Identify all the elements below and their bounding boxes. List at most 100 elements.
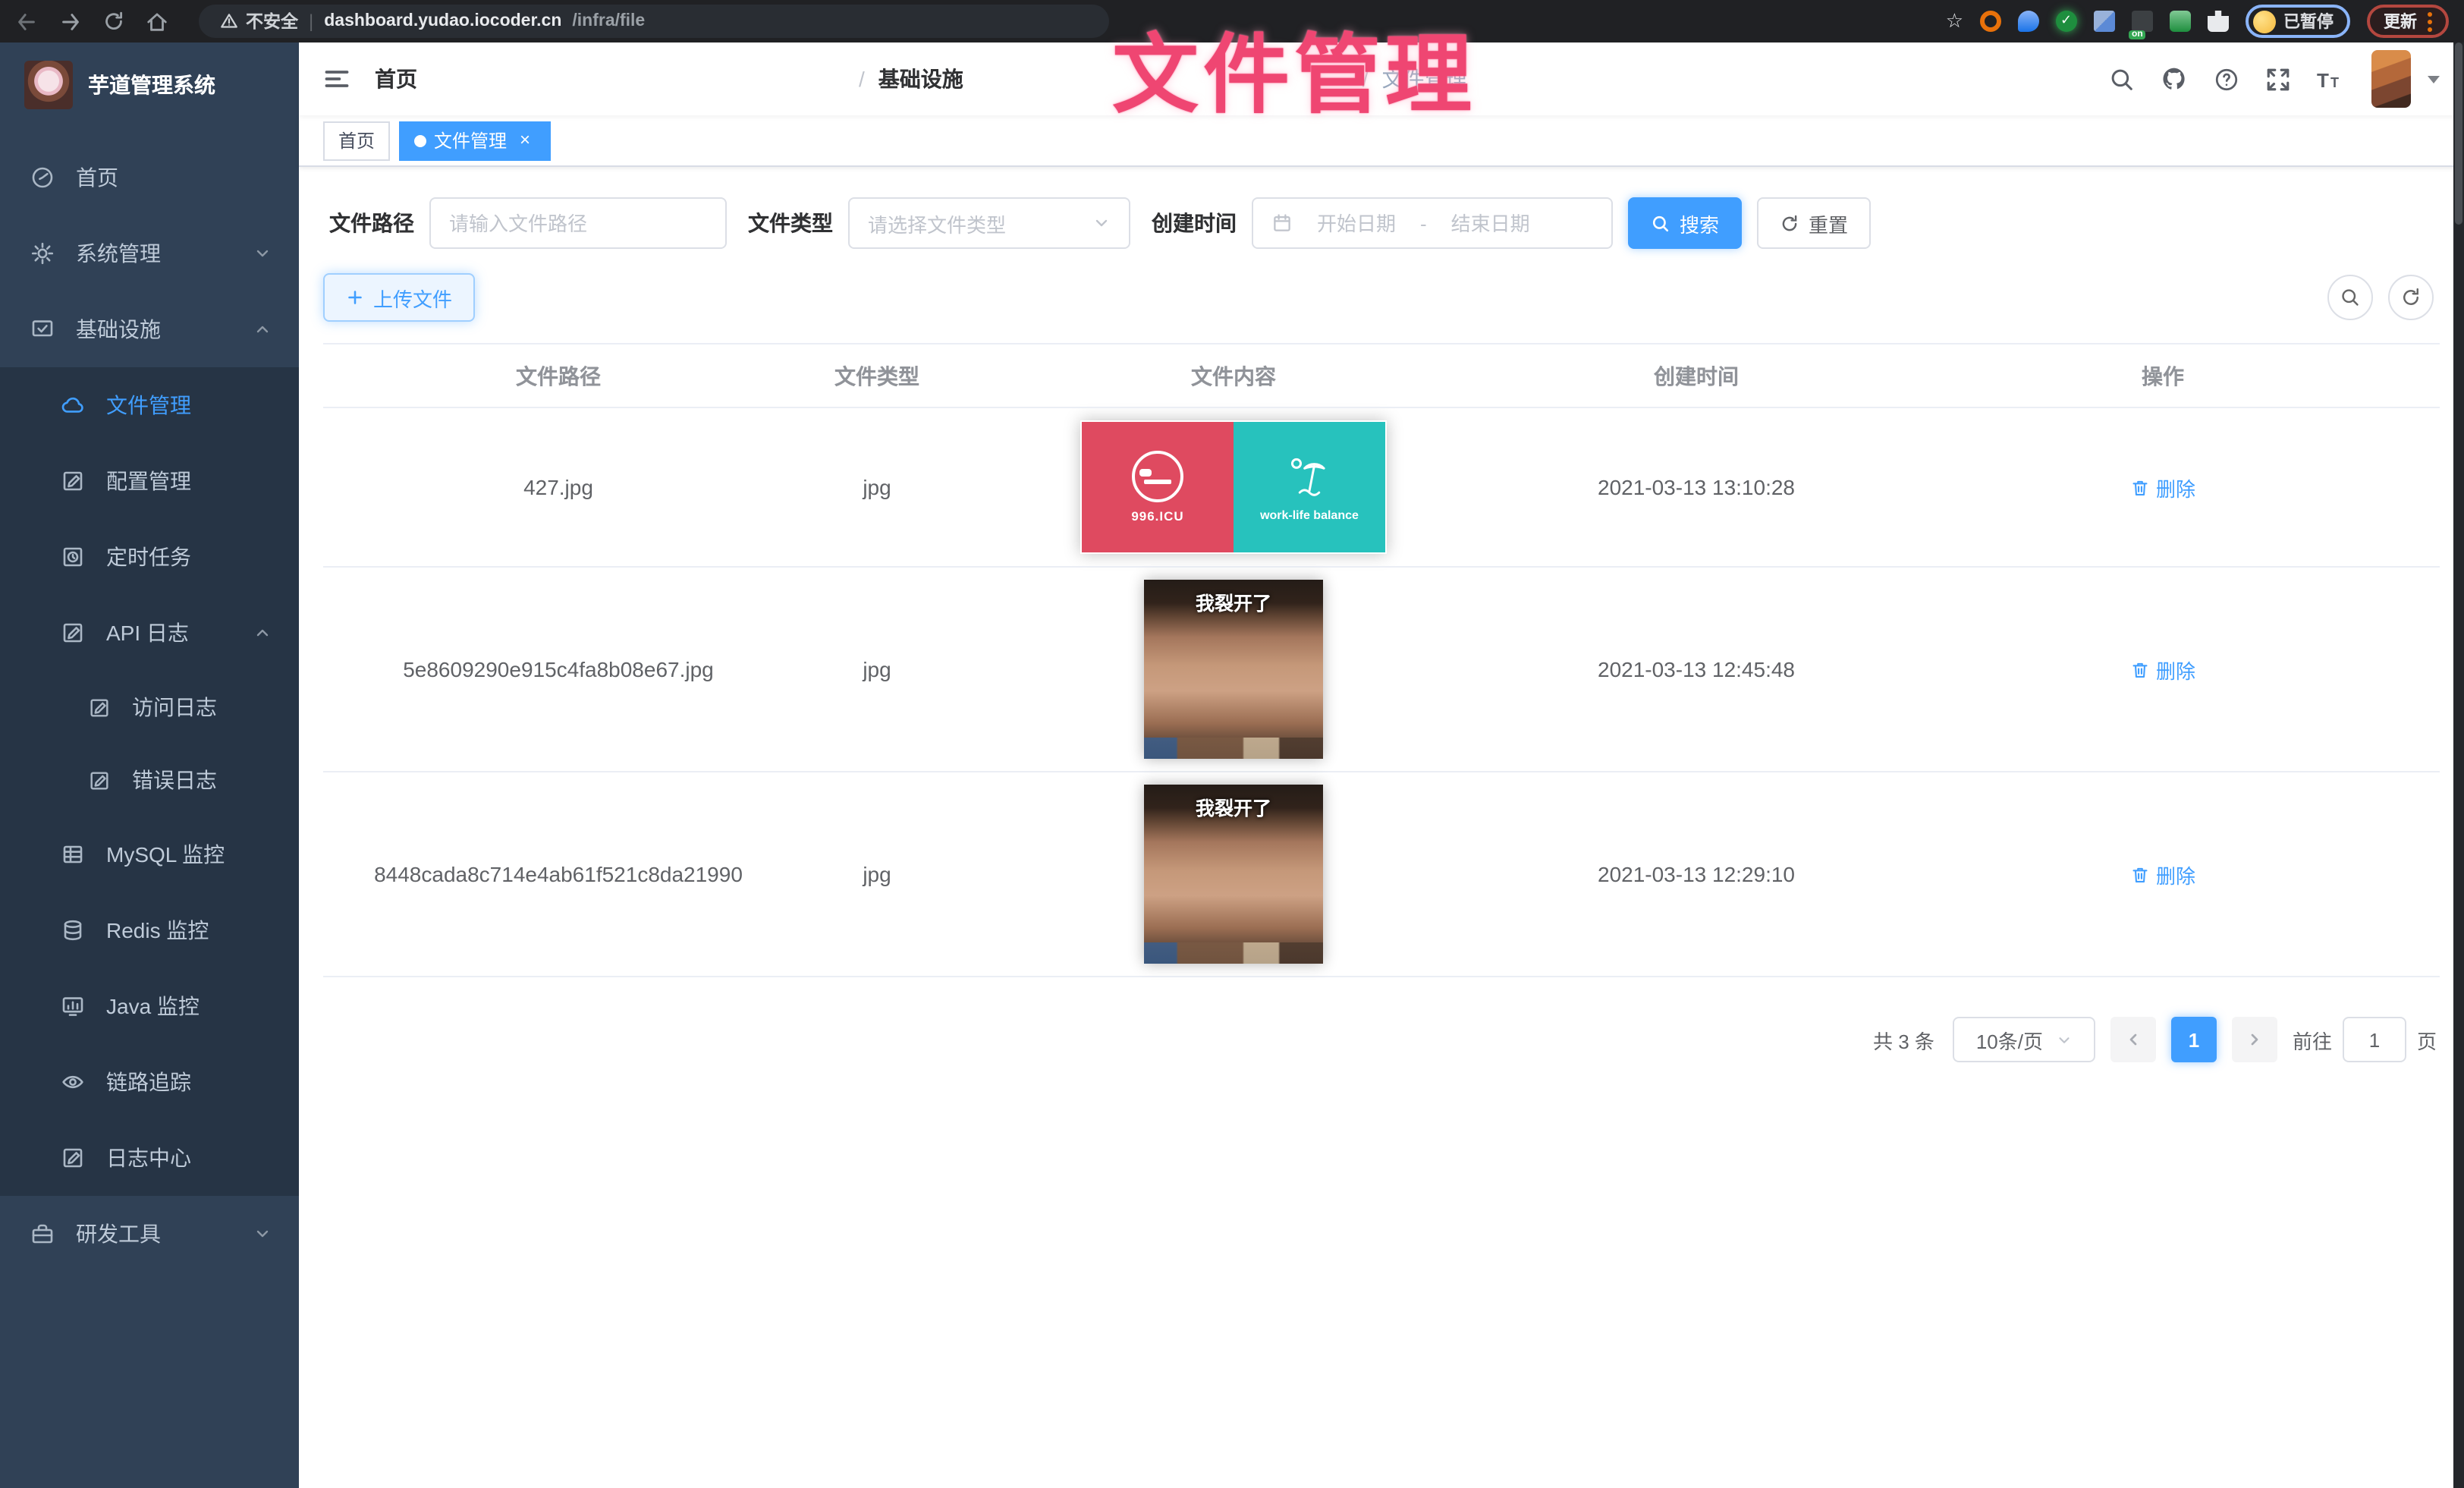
page-content: 文件路径 文件类型 请选择文件类型 创建时间 - (299, 167, 2464, 1488)
sidebar-item-label: 配置管理 (106, 466, 191, 496)
table-row: 8448cada8c714e4ab61f521c8da21990 jpg 我裂开… (323, 772, 2440, 977)
toggle-search-button[interactable] (2327, 275, 2373, 320)
monitor-check-icon (30, 317, 55, 341)
extension-blue-icon[interactable] (2018, 11, 2039, 32)
sidebar-item-access-log[interactable]: 访问日志 (0, 671, 299, 744)
sidebar-item-mysql[interactable]: MySQL 监控 (0, 816, 299, 892)
sidebar-item-devtools[interactable]: 研发工具 (0, 1196, 299, 1272)
sidebar-item-home[interactable]: 首页 (0, 140, 299, 215)
pagination: 共 3 条 10条/页 1 前往 页 (323, 1017, 2440, 1062)
browser-forward-icon[interactable] (59, 10, 82, 33)
search-button-label: 搜索 (1680, 209, 1719, 238)
sidebar-item-label: 系统管理 (76, 238, 161, 269)
help-icon[interactable] (2214, 66, 2239, 92)
address-bar[interactable]: 不安全 | dashboard.yudao.iocoder.cn/infra/f… (199, 5, 1109, 38)
close-icon[interactable]: × (514, 130, 536, 151)
sidebar-item-file-management[interactable]: 文件管理 (0, 367, 299, 443)
refresh-icon (2400, 287, 2422, 308)
delete-button[interactable]: 删除 (2130, 473, 2195, 502)
tab-home[interactable]: 首页 (323, 121, 390, 160)
sidebar-logo[interactable]: 芋道管理系统 (0, 42, 299, 127)
fullscreen-icon[interactable] (2265, 66, 2291, 92)
file-type-select[interactable]: 请选择文件类型 (848, 197, 1130, 249)
breadcrumb-home[interactable]: 首页 (375, 64, 845, 94)
page-size-value: 10条/页 (1976, 1025, 2043, 1054)
sidebar-item-infra[interactable]: 基础设施 (0, 291, 299, 367)
breadcrumb-infra[interactable]: 基础设施 (878, 64, 1349, 94)
sidebar-item-label: Redis 监控 (106, 915, 209, 945)
security-chip[interactable]: 不安全 (220, 9, 298, 33)
column-file-content: 文件内容 (960, 344, 1507, 407)
trash-icon (2130, 477, 2150, 497)
sidebar-item-java[interactable]: Java 监控 (0, 968, 299, 1044)
extension-on-badge-icon[interactable] (2132, 11, 2153, 32)
breadcrumb-current: 文件管理 (1382, 64, 1467, 94)
database-icon (61, 918, 85, 942)
sidebar-item-system[interactable]: 系统管理 (0, 215, 299, 291)
url-path: /infra/file (572, 12, 645, 30)
sidebar-item-label: 链路追踪 (106, 1067, 191, 1097)
sidebar-item-cron[interactable]: 定时任务 (0, 519, 299, 595)
sidebar-item-redis[interactable]: Redis 监控 (0, 892, 299, 968)
goto-page-input[interactable] (2343, 1017, 2406, 1062)
upload-file-button[interactable]: 上传文件 (323, 273, 475, 322)
update-button[interactable]: 更新 (2367, 5, 2449, 38)
browser-actions: ☆ 已暂停 更新 (1946, 5, 2449, 38)
tab-file-management[interactable]: 文件管理 × (399, 121, 551, 160)
bookmark-star-icon[interactable]: ☆ (1946, 9, 1963, 33)
browser-back-icon[interactable] (15, 10, 38, 33)
browser-menu-icon[interactable] (2428, 11, 2432, 31)
cell-file-path: 427.jpg (323, 407, 794, 567)
goto-page-unit: 页 (2417, 1025, 2437, 1054)
delete-label: 删除 (2156, 655, 2195, 684)
edit-square-icon (61, 1146, 85, 1170)
column-actions: 操作 (1886, 344, 2440, 407)
delete-button[interactable]: 删除 (2130, 860, 2195, 889)
file-path-input[interactable] (449, 212, 707, 234)
breadcrumb-separator: / (1362, 67, 1369, 91)
update-label: 更新 (2384, 9, 2417, 33)
refresh-table-button[interactable] (2388, 275, 2434, 320)
sidebar-item-trace[interactable]: 链路追踪 (0, 1044, 299, 1120)
browser-home-icon[interactable] (146, 10, 168, 33)
extension-leaf-icon[interactable] (2170, 11, 2191, 32)
date-range-picker[interactable]: - (1252, 197, 1613, 249)
scrollbar-thumb[interactable] (2455, 42, 2462, 225)
cell-created-time: 2021-03-13 13:10:28 (1507, 407, 1886, 567)
sidebar-item-label: 基础设施 (76, 314, 161, 344)
browser-reload-icon[interactable] (103, 11, 124, 32)
page-number-1[interactable]: 1 (2171, 1017, 2217, 1062)
file-thumbnail-996icu: 996.ICU work-life balance (1080, 420, 1387, 554)
page-size-select[interactable]: 10条/页 (1953, 1017, 2095, 1062)
file-thumbnail-meme: 我裂开了 (1144, 580, 1323, 759)
github-icon[interactable] (2161, 65, 2188, 93)
column-created-time: 创建时间 (1507, 344, 1886, 407)
prev-page-button[interactable] (2110, 1017, 2156, 1062)
browser-scrollbar[interactable] (2453, 42, 2464, 1488)
sidebar-item-label: 文件管理 (106, 390, 191, 420)
header-search-icon[interactable] (2109, 66, 2135, 92)
user-menu-caret-icon[interactable] (2428, 75, 2440, 83)
search-button[interactable]: 搜索 (1628, 197, 1742, 249)
profile-paused-chip[interactable]: 已暂停 (2246, 5, 2350, 38)
start-date-input[interactable] (1303, 212, 1410, 234)
extension-grid-icon[interactable] (2094, 11, 2115, 32)
reset-button[interactable]: 重置 (1757, 197, 1871, 249)
extension-green-check-icon[interactable] (2056, 11, 2077, 32)
app-title: 芋道管理系统 (88, 70, 215, 100)
extension-orange-icon[interactable] (1980, 11, 2001, 32)
next-page-button[interactable] (2232, 1017, 2277, 1062)
sidebar-item-config[interactable]: 配置管理 (0, 443, 299, 519)
sidebar-item-log-center[interactable]: 日志中心 (0, 1120, 299, 1196)
user-avatar[interactable] (2371, 50, 2411, 108)
table-header-row: 文件路径 文件类型 文件内容 创建时间 操作 (323, 344, 2440, 407)
sidebar-item-api-log[interactable]: API 日志 (0, 595, 299, 671)
font-size-icon[interactable]: TT (2317, 66, 2346, 92)
delete-button[interactable]: 删除 (2130, 655, 2195, 684)
extensions-puzzle-icon[interactable] (2208, 11, 2229, 32)
end-date-input[interactable] (1438, 212, 1544, 234)
file-type-placeholder: 请选择文件类型 (868, 209, 1006, 238)
sidebar-item-error-log[interactable]: 错误日志 (0, 744, 299, 816)
toolbox-icon (30, 1222, 55, 1246)
hamburger-icon[interactable] (323, 65, 363, 93)
